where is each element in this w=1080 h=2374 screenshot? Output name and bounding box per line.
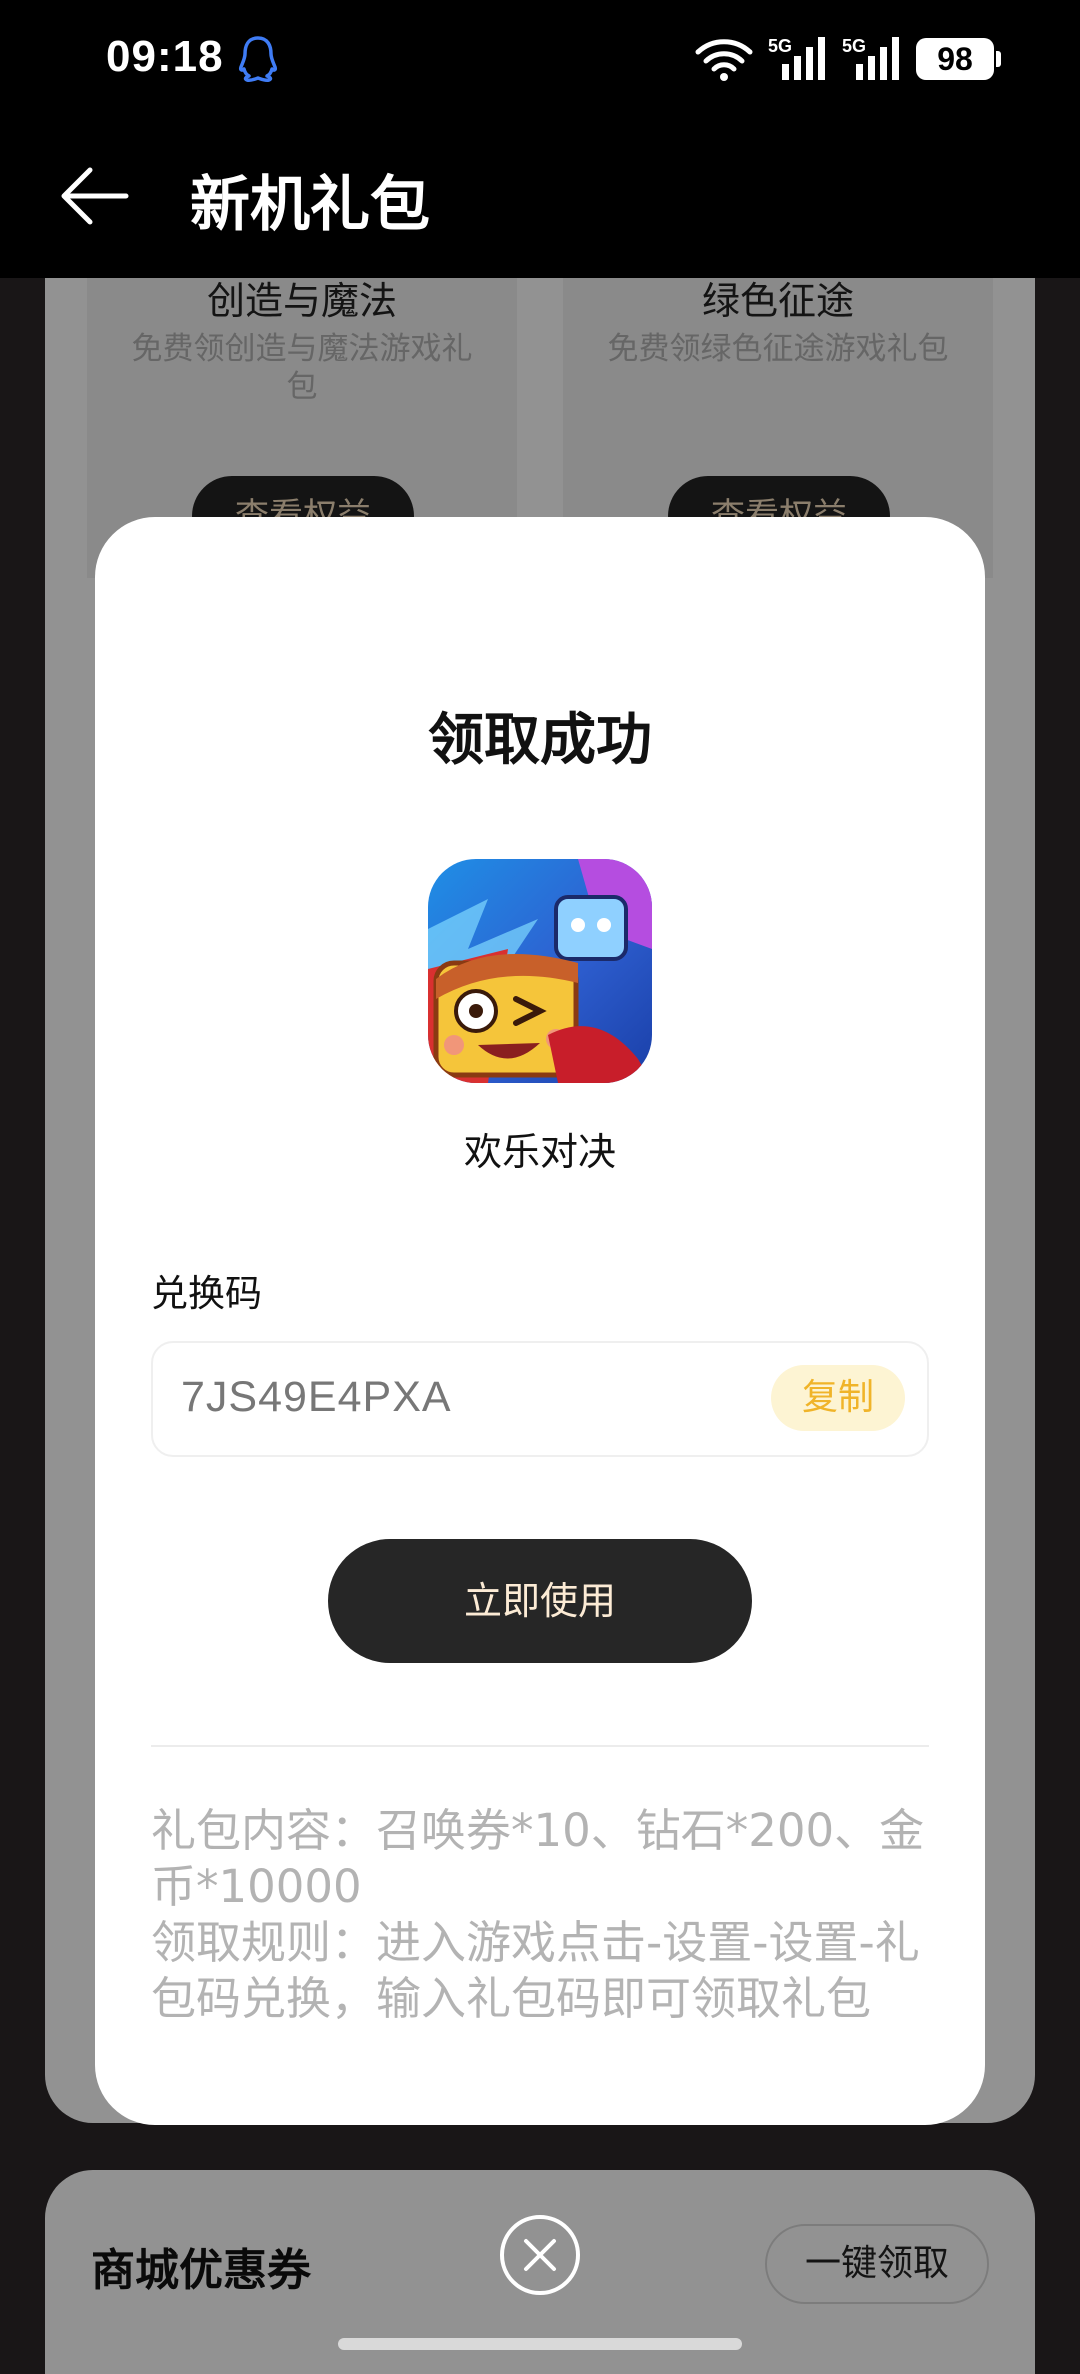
page-title: 新机礼包 [190,170,430,240]
claim-rules-text: 领取规则：进入游戏点击-设置-设置-礼包码兑换，输入礼包码即可领取礼包 [151,1916,920,2025]
battery-icon: 98 [916,38,1001,80]
signal-icon: 5G [768,36,825,80]
redeem-code-value: 7JS49E4PXA [181,1373,452,1421]
home-indicator[interactable] [338,2338,742,2350]
gift-info-text[interactable]: 礼包内容：召唤券*10、钻石*200、金币*10000 领取规则：进入游戏点击-… [151,1803,941,2041]
divider [151,1745,929,1747]
claim-success-dialog: 领取成功 欢乐对决 兑换码 7JS49E4PXA 复制 立即使用 礼包内容：召唤… [95,517,985,2125]
dialog-title: 领取成功 [428,708,652,773]
status-bar: 09:18 5G 5G 98 [0,0,1080,120]
status-time: 09:18 [106,32,224,81]
signal-icon: 5G [842,36,899,80]
back-arrow-icon[interactable] [56,164,132,228]
close-dialog-button[interactable] [500,2215,580,2295]
network-type-label: 5G [842,36,866,56]
use-now-button[interactable]: 立即使用 [328,1539,752,1663]
close-icon [524,2239,556,2271]
qq-icon [239,36,277,82]
redeem-code-field: 7JS49E4PXA 复制 [151,1341,929,1457]
wifi-icon [695,39,753,81]
gift-content-text: 礼包内容：召唤券*10、钻石*200、金币*10000 [151,1804,925,1913]
copy-code-button[interactable]: 复制 [771,1365,905,1431]
app-header: 新机礼包 [0,120,1080,278]
game-app-icon [428,859,652,1083]
redeem-code-label: 兑换码 [151,1272,262,1315]
game-name: 欢乐对决 [463,1130,616,1174]
network-type-label: 5G [768,36,792,56]
